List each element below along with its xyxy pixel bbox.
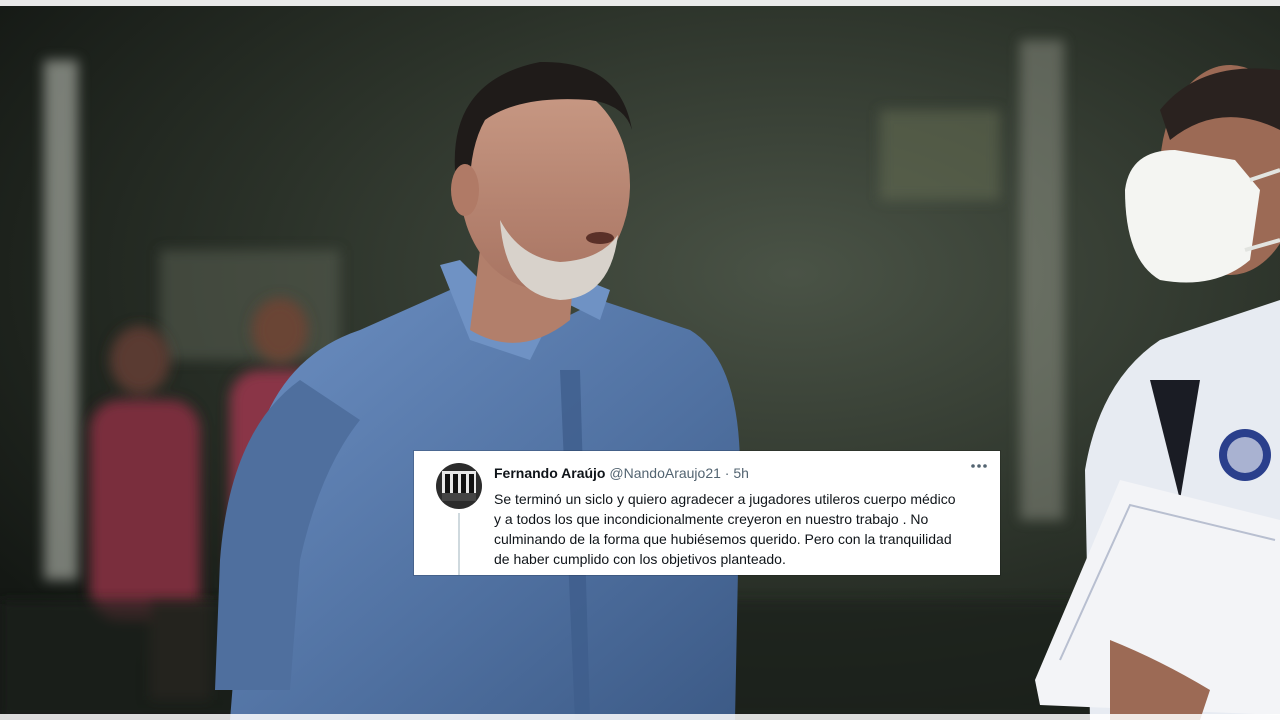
tweet-card[interactable]: Fernando Araújo @NandoAraujo21 · 5h Se t… <box>414 451 1000 575</box>
tweet-text-line: Se terminó un siclo y quiero agradecer a… <box>494 491 956 507</box>
more-dots-icon[interactable] <box>970 461 988 471</box>
author-name[interactable]: Fernando Araújo <box>494 465 606 481</box>
author-handle[interactable]: @NandoAraujo21 <box>609 465 721 481</box>
top-border <box>0 0 1280 6</box>
tweet-time[interactable]: 5h <box>733 465 749 481</box>
tweet-text-line: y a todos los que incondicionalmente cre… <box>494 511 929 527</box>
tweet-text-line: de haber cumplido con los objetivos plan… <box>494 551 786 567</box>
avatar-image <box>436 463 482 509</box>
thread-line <box>458 513 460 575</box>
tweet-header: Fernando Araújo @NandoAraujo21 · 5h <box>494 465 986 485</box>
photo-illustration <box>0 0 1280 720</box>
dot-separator: · <box>724 465 730 481</box>
avatar[interactable] <box>436 463 482 509</box>
sideline-photo <box>0 0 1280 720</box>
tweet-text: Se terminó un siclo y quiero agradecer a… <box>494 489 990 569</box>
tweet-text-line: culminando de la forma que hubiésemos qu… <box>494 531 952 547</box>
